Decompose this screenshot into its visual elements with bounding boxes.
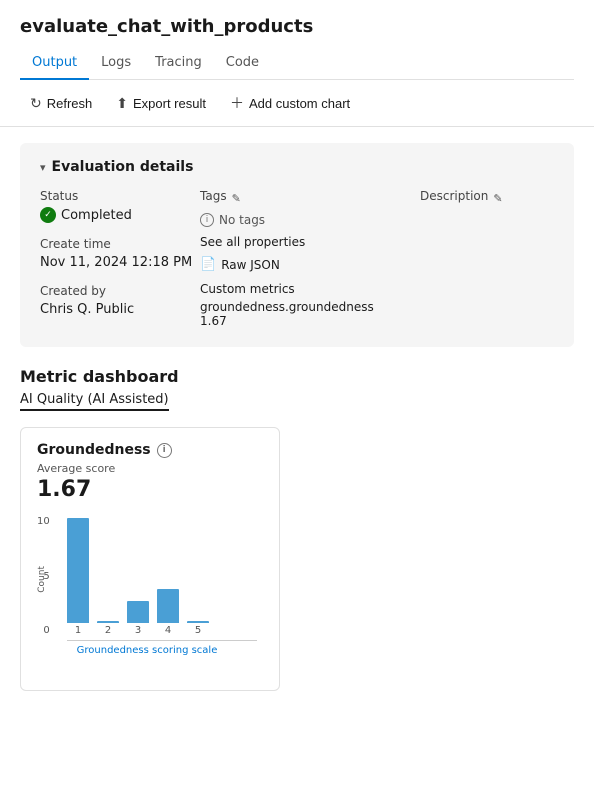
metric-value: 1.67 — [200, 314, 420, 328]
eval-details-card: ▾ Evaluation details Status ✓ Completed … — [20, 143, 574, 347]
description-header: Description ✎ — [420, 189, 554, 207]
bar-4: 4 — [157, 589, 179, 636]
groundedness-title: Groundedness — [37, 442, 151, 458]
x-axis-label: Groundedness scoring scale — [37, 645, 257, 656]
description-label: Description — [420, 189, 488, 203]
page-title: evaluate_chat_with_products — [20, 16, 574, 37]
tab-logs[interactable]: Logs — [89, 47, 143, 80]
create-time-label: Create time — [40, 237, 200, 251]
add-chart-button[interactable]: ＋ Add custom chart — [220, 88, 360, 118]
eval-card-title: Evaluation details — [52, 159, 194, 175]
refresh-label: Refresh — [47, 96, 93, 111]
main-content: ▾ Evaluation details Status ✓ Completed … — [0, 127, 594, 707]
export-label: Export result — [133, 96, 206, 111]
bar-3-rect — [127, 601, 149, 623]
export-button[interactable]: ⬆ Export result — [106, 90, 216, 117]
see-all-properties-link[interactable]: See all properties — [200, 235, 420, 249]
create-time-value: Nov 11, 2024 12:18 PM — [40, 255, 200, 270]
info-circle-icon: i — [200, 213, 214, 227]
bar-4-rect — [157, 589, 179, 623]
bar-5-label: 5 — [195, 625, 201, 636]
tab-bar: Output Logs Tracing Code — [20, 47, 574, 80]
count-axis-label: Count — [37, 566, 47, 593]
bar-1-label: 1 — [75, 625, 81, 636]
export-icon: ⬆ — [116, 95, 128, 112]
chart-bars-area: 1 2 3 4 5 — [37, 516, 257, 636]
refresh-icon: ↻ — [30, 95, 42, 112]
tab-code[interactable]: Code — [214, 47, 271, 80]
groundedness-card: Groundedness i Average score 1.67 10 5 0… — [20, 427, 280, 691]
raw-json-link[interactable]: 📄 Raw JSON — [200, 257, 420, 272]
status-label: Status — [40, 189, 200, 203]
raw-json-text: Raw JSON — [221, 258, 280, 272]
bar-5-rect — [187, 621, 209, 623]
chart-baseline — [67, 640, 257, 641]
groundedness-chart: 10 5 0 Count 1 2 3 — [37, 516, 257, 676]
dashboard-subtitle[interactable]: AI Quality (AI Assisted) — [20, 392, 169, 411]
tags-label: Tags — [200, 189, 227, 203]
bar-4-label: 4 — [165, 625, 171, 636]
tab-output[interactable]: Output — [20, 47, 89, 80]
bar-3: 3 — [127, 601, 149, 636]
status-value: ✓ Completed — [40, 207, 200, 223]
chevron-down-icon: ▾ — [40, 161, 46, 174]
bar-3-label: 3 — [135, 625, 141, 636]
refresh-button[interactable]: ↻ Refresh — [20, 90, 102, 117]
y-axis-0: 0 — [43, 625, 49, 636]
created-by-value: Chris Q. Public — [40, 302, 200, 317]
bar-2: 2 — [97, 621, 119, 636]
tab-tracing[interactable]: Tracing — [143, 47, 214, 80]
no-tags-text: No tags — [219, 213, 265, 227]
avg-score-label: Average score — [37, 462, 263, 475]
eval-grid: Status ✓ Completed Create time Nov 11, 2… — [40, 189, 554, 331]
eval-card-header: ▾ Evaluation details — [40, 159, 554, 175]
eval-col-status: Status ✓ Completed Create time Nov 11, 2… — [40, 189, 200, 331]
bar-1: 1 — [67, 518, 89, 636]
custom-metrics-label: Custom metrics — [200, 282, 420, 296]
bar-5: 5 — [187, 621, 209, 636]
avg-score-value: 1.67 — [37, 477, 263, 502]
add-chart-icon: ＋ — [230, 93, 244, 113]
description-edit-icon[interactable]: ✎ — [493, 192, 502, 205]
bar-2-label: 2 — [105, 625, 111, 636]
dashboard-title: Metric dashboard — [20, 367, 574, 386]
eval-col-description: Description ✎ — [420, 189, 554, 331]
tags-header: Tags ✎ — [200, 189, 420, 207]
eval-col-tags: Tags ✎ i No tags See all properties 📄 Ra… — [200, 189, 420, 331]
status-text: Completed — [61, 208, 132, 223]
raw-json-icon: 📄 — [200, 257, 216, 272]
tags-edit-icon[interactable]: ✎ — [232, 192, 241, 205]
page-header: evaluate_chat_with_products Output Logs … — [0, 0, 594, 80]
bar-2-rect — [97, 621, 119, 623]
status-dot: ✓ — [40, 207, 56, 223]
bar-1-rect — [67, 518, 89, 623]
created-by-label: Created by — [40, 284, 200, 298]
y-axis-10: 10 — [37, 516, 50, 527]
no-tags-row: i No tags — [200, 213, 420, 227]
groundedness-title-row: Groundedness i — [37, 442, 263, 458]
groundedness-info-icon[interactable]: i — [157, 443, 172, 458]
metric-name: groundedness.groundedness — [200, 300, 420, 314]
add-chart-label: Add custom chart — [249, 96, 350, 111]
toolbar: ↻ Refresh ⬆ Export result ＋ Add custom c… — [0, 80, 594, 127]
